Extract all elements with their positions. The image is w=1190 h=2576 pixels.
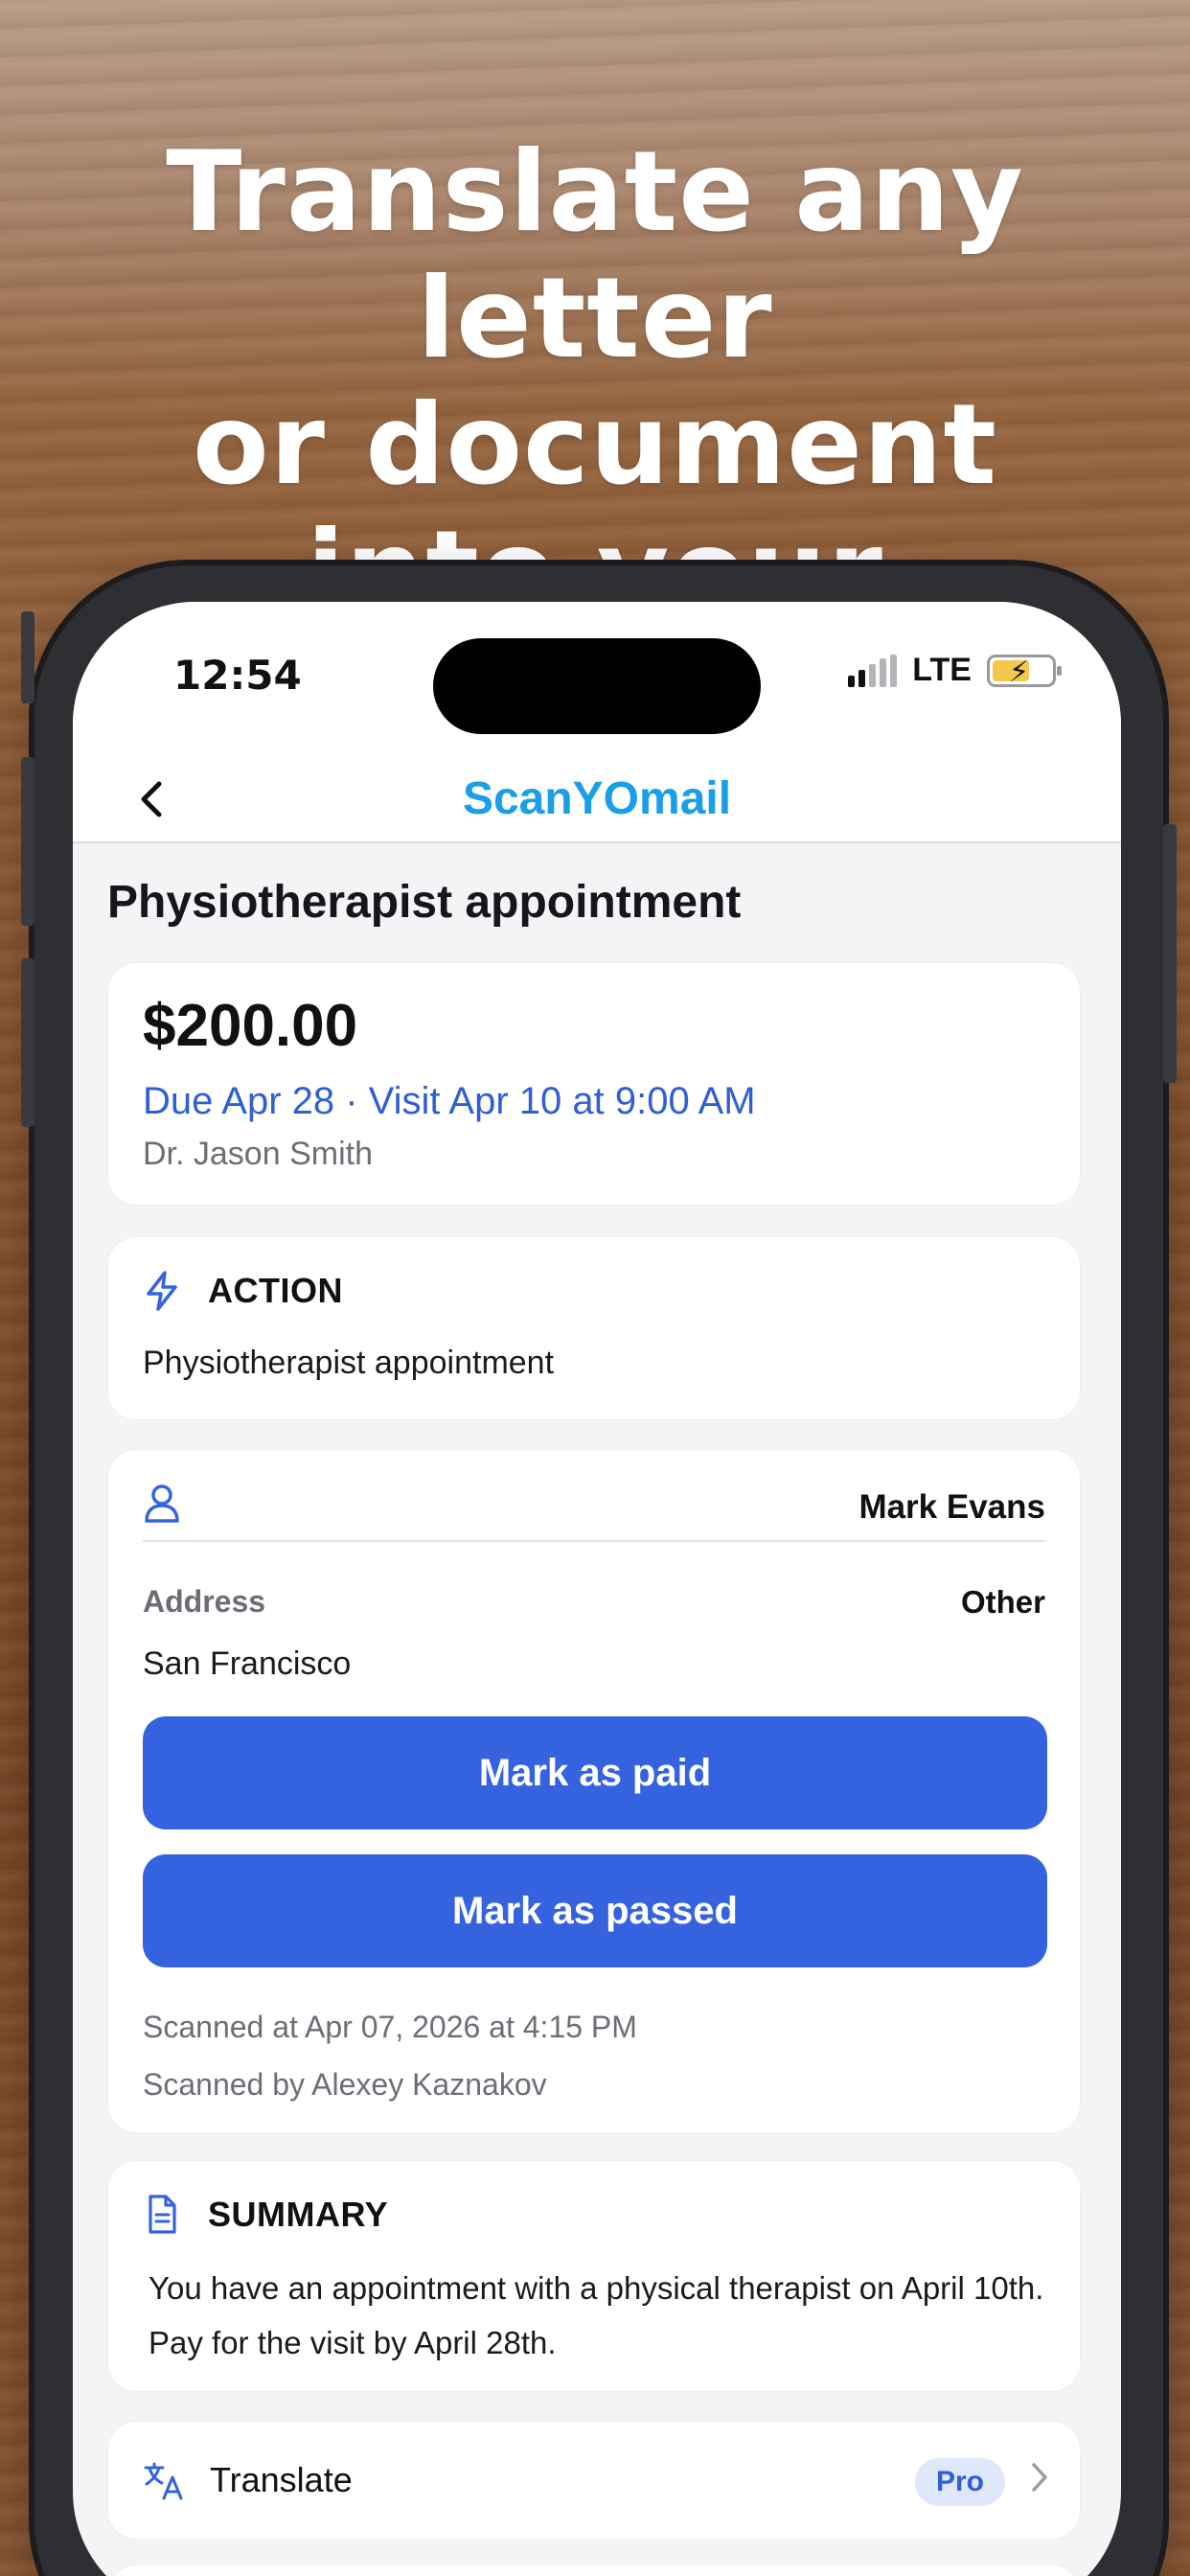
status-indicators: LTE ⚡ — [848, 652, 1062, 689]
status-time: 12:54 — [173, 652, 302, 699]
dynamic-island — [433, 638, 761, 734]
action-text: Physiotherapist appointment — [143, 1345, 555, 1381]
amount-card: $200.00 Due Apr 28 · Visit Apr 10 at 9:0… — [107, 962, 1081, 1206]
recipient-row: Mark Evans — [143, 1479, 1045, 1542]
summary-text: You have an appointment with a physical … — [149, 2270, 1044, 2360]
scanned-by: Scanned by Alexey Kaznakov — [143, 2067, 547, 2102]
signal-icon — [848, 654, 898, 687]
address-type: Other — [960, 1584, 1045, 1620]
silent-switch — [21, 611, 34, 703]
battery-icon: ⚡ — [987, 654, 1062, 688]
translate-icon — [143, 2460, 185, 2502]
next-card — [107, 2564, 1081, 2576]
volume-down-button — [21, 958, 34, 1127]
sender-name: Dr. Jason Smith — [143, 1136, 373, 1172]
volume-up-button — [21, 757, 34, 926]
address-label: Address — [143, 1584, 266, 1619]
navigation-bar: ScanYOmail — [73, 765, 1121, 843]
scanned-at: Scanned at Apr 07, 2026 at 4:15 PM — [143, 2010, 637, 2044]
address-value: San Francisco — [143, 1645, 352, 1682]
status-bar: 12:54 LTE ⚡ — [73, 602, 1121, 765]
due-date-line: Due Apr 28 · Visit Apr 10 at 9:00 AM — [143, 1080, 756, 1122]
page-title: Physiotherapist appointment — [107, 877, 742, 928]
recipient-name: Mark Evans — [858, 1488, 1045, 1526]
action-label: ACTION — [208, 1271, 343, 1310]
phone-screen: 12:54 LTE ⚡ ScanYOmail Physiotherapist a… — [73, 602, 1121, 2576]
person-icon — [143, 1483, 181, 1525]
translate-label: Translate — [210, 2460, 353, 2499]
power-button — [1163, 824, 1177, 1083]
summary-card: SUMMARY You have an appointment with a p… — [107, 2160, 1081, 2392]
mark-as-paid-button[interactable]: Mark as paid — [143, 1716, 1047, 1829]
app-title: ScanYOmail — [462, 773, 732, 824]
network-type: LTE — [912, 652, 972, 688]
pro-badge: Pro — [914, 2458, 1005, 2506]
recipient-card: Mark Evans Address Other San Francisco M… — [107, 1449, 1081, 2133]
document-icon — [143, 2194, 181, 2236]
summary-label: SUMMARY — [208, 2195, 389, 2234]
translate-row[interactable]: Translate Pro — [107, 2421, 1081, 2540]
amount-value: $200.00 — [143, 993, 358, 1059]
action-card: ACTION Physiotherapist appointment — [107, 1236, 1081, 1420]
chevron-right-icon — [1030, 2456, 1049, 2504]
mark-as-passed-button[interactable]: Mark as passed — [143, 1854, 1047, 1967]
lightning-icon — [143, 1270, 181, 1312]
